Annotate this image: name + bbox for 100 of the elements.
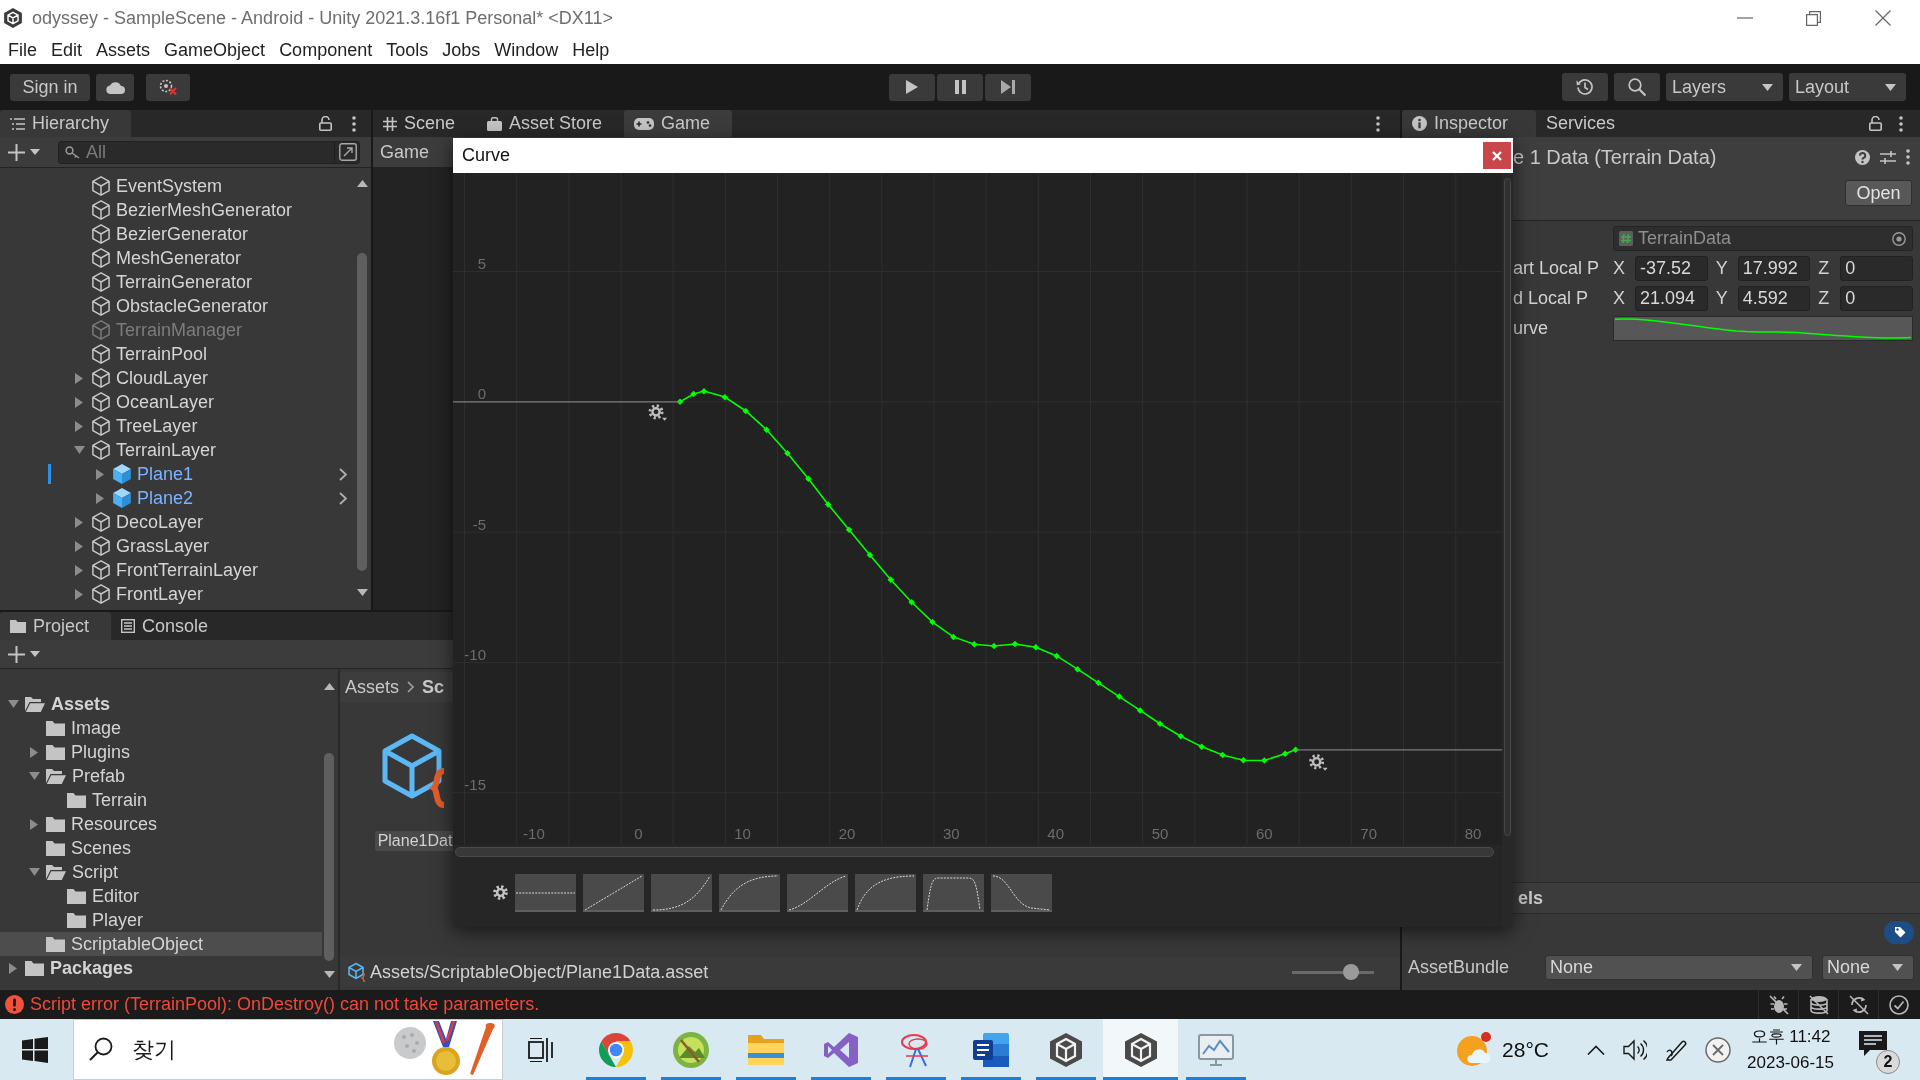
number-field[interactable]: 17.992 <box>1737 256 1811 281</box>
error-message[interactable]: Script error (TerrainPool): OnDestroy() can not take parameters. <box>30 994 540 1015</box>
number-field[interactable]: -37.52 <box>1635 256 1708 281</box>
curve-preset[interactable] <box>583 873 644 912</box>
menu-item[interactable]: Help <box>565 36 617 64</box>
folder-item[interactable]: Editor <box>0 884 322 908</box>
panel-tab[interactable]: Game <box>624 110 733 137</box>
gear-icon[interactable] <box>1309 754 1328 771</box>
hierarchy-item[interactable]: TerrainLayer <box>0 438 355 462</box>
hierarchy-item[interactable]: CloudLayer <box>0 366 355 390</box>
chevron-up-icon[interactable] <box>1587 1044 1606 1055</box>
hierarchy-item[interactable]: TerrainGenerator <box>0 270 355 294</box>
history-button[interactable] <box>1562 73 1608 101</box>
search-button[interactable] <box>1614 73 1660 101</box>
hierarchy-item[interactable]: Plane2 <box>0 486 355 510</box>
curve-preset[interactable] <box>719 873 780 912</box>
keyframe-marker[interactable] <box>990 642 998 650</box>
object-field[interactable]: TerrainData <box>1613 226 1913 251</box>
folder-item[interactable]: Resources <box>0 812 322 836</box>
keyframe-marker[interactable] <box>1053 652 1060 660</box>
lock-icon[interactable] <box>1869 116 1882 131</box>
scrollbar[interactable] <box>1504 178 1511 836</box>
keyframe-marker[interactable] <box>805 475 812 482</box>
keyframe-marker[interactable] <box>887 576 895 584</box>
hierarchy-item[interactable]: Plane1 <box>0 462 355 486</box>
sign-in-button[interactable]: Sign in <box>10 73 90 101</box>
caret-right-icon[interactable] <box>75 396 83 408</box>
collab-button[interactable] <box>146 73 190 101</box>
dropdown[interactable]: None <box>1822 954 1914 980</box>
keyframe-marker[interactable] <box>1240 756 1247 764</box>
caret-down-icon[interactable] <box>28 868 40 876</box>
panel-tab[interactable]: Project <box>0 612 112 640</box>
pause-button[interactable] <box>937 73 983 101</box>
keyframe-marker[interactable] <box>929 618 936 626</box>
scroll-down-icon[interactable] <box>356 589 368 596</box>
keyframe-marker[interactable] <box>1136 707 1144 714</box>
menu-item[interactable]: GameObject <box>157 36 273 64</box>
gear-icon[interactable] <box>648 404 668 421</box>
hierarchy-item[interactable]: MeshGenerator <box>0 246 355 270</box>
caret-right-icon[interactable] <box>75 372 83 384</box>
number-field[interactable]: 4.592 <box>1737 286 1811 311</box>
hierarchy-item[interactable]: BezierGenerator <box>0 222 355 246</box>
folder-item[interactable]: Packages <box>0 956 322 980</box>
number-field[interactable]: 0 <box>1840 286 1913 311</box>
caret-right-icon[interactable] <box>96 492 104 504</box>
expand-box-icon[interactable] <box>339 143 357 161</box>
caret-down-icon[interactable] <box>28 772 40 780</box>
breadcrumb-item[interactable]: Assets <box>345 676 400 698</box>
keyframe-marker[interactable] <box>1074 666 1081 673</box>
pen-icon[interactable] <box>1665 1038 1688 1061</box>
keyframe-marker[interactable] <box>763 426 770 433</box>
open-button[interactable]: Open <box>1845 180 1912 206</box>
view-mode-dropdown[interactable]: Game <box>376 141 438 163</box>
caret-down-icon[interactable] <box>7 700 19 708</box>
panel-tab[interactable]: Services <box>1536 110 1644 137</box>
caret-down-icon[interactable] <box>73 446 85 454</box>
hierarchy-item[interactable]: TerrainPool <box>0 342 355 366</box>
curve-preview-field[interactable] <box>1613 316 1913 341</box>
hierarchy-item[interactable]: OceanLayer <box>0 390 355 414</box>
menu-item[interactable]: Edit <box>44 36 90 64</box>
curve-preset[interactable] <box>787 873 848 912</box>
check-circle-icon[interactable] <box>1888 994 1909 1015</box>
caret-right-icon[interactable] <box>75 588 83 600</box>
taskbar-app[interactable] <box>1103 1019 1178 1080</box>
keyframe-marker[interactable] <box>908 599 915 606</box>
keyframe-marker[interactable] <box>824 501 832 508</box>
lock-icon[interactable] <box>319 116 332 131</box>
database-off-icon[interactable] <box>1808 994 1829 1015</box>
keyframe-marker[interactable] <box>1156 720 1164 727</box>
kebab-menu-icon[interactable] <box>1376 115 1380 132</box>
folder-item[interactable]: Script <box>0 860 322 884</box>
keyframe-marker[interactable] <box>676 398 684 406</box>
menu-item[interactable]: Jobs <box>435 36 488 64</box>
clock-date[interactable]: 2023-06-15 <box>1747 1049 1834 1076</box>
menu-item[interactable]: Component <box>272 36 380 64</box>
network-off-icon[interactable] <box>1848 994 1869 1015</box>
keyframe-marker[interactable] <box>690 390 697 398</box>
menu-item[interactable]: Tools <box>379 36 436 64</box>
hierarchy-item[interactable]: BezierMeshGenerator <box>0 198 355 222</box>
curve-preset[interactable] <box>991 873 1052 912</box>
asset-label[interactable]: Plane1Dat <box>374 831 456 851</box>
keyframe-marker[interactable] <box>1292 746 1299 753</box>
keyframe-marker[interactable] <box>1095 679 1102 687</box>
keyframe-marker[interactable] <box>866 551 874 559</box>
target-icon[interactable] <box>1892 231 1906 246</box>
caret-right-icon[interactable] <box>75 516 83 528</box>
folder-item[interactable]: Assets <box>0 692 322 716</box>
caret-right-icon[interactable] <box>30 818 38 830</box>
hierarchy-item[interactable]: EventSystem <box>0 174 355 198</box>
hierarchy-item[interactable]: ObstacleGenerator <box>0 294 355 318</box>
keyframe-marker[interactable] <box>1116 693 1123 700</box>
keyframe-marker[interactable] <box>742 407 749 415</box>
menu-item[interactable]: File <box>1 36 44 64</box>
scroll-up-icon[interactable] <box>356 180 368 187</box>
breadcrumb-item[interactable]: Sc <box>422 676 445 698</box>
layout-dropdown[interactable]: Layout <box>1789 73 1906 101</box>
panel-tab[interactable]: Console <box>111 612 231 640</box>
keyframe-marker[interactable] <box>971 640 978 648</box>
add-button[interactable] <box>8 141 40 163</box>
caret-right-icon[interactable] <box>30 746 38 758</box>
